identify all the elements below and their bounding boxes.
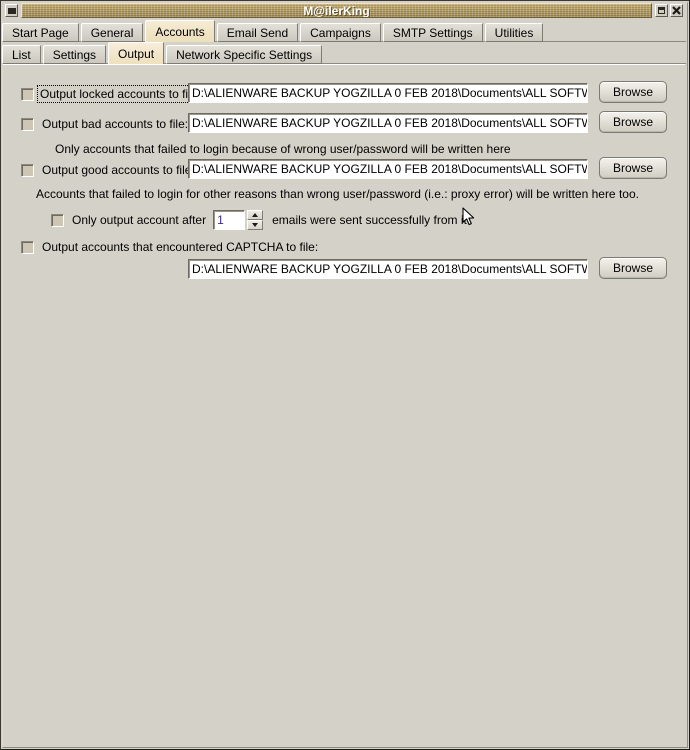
primary-tab-row: Start Page General Accounts Email Send Campa… [2, 20, 686, 42]
tab-start-page[interactable]: Start Page [2, 23, 79, 42]
close-icon [672, 6, 681, 15]
only-after-stepper[interactable]: 1 [213, 210, 264, 230]
tab-label: SMTP Settings [392, 25, 473, 40]
only-after-label-before: Only output account after [72, 213, 207, 227]
tab-label: General [90, 25, 134, 40]
stepper-decrement-button[interactable] [247, 220, 264, 230]
captcha-accounts-browse-button[interactable]: Browse [599, 257, 667, 279]
minimize-button[interactable] [655, 4, 668, 17]
tab-label: Output [118, 46, 155, 61]
good-accounts-row: Output good accounts to file: [21, 162, 197, 178]
only-after-stepper-buttons [247, 210, 264, 230]
locked-accounts-path-input[interactable]: D:\ALIENWARE BACKUP YOGZILLA 0 FEB 2018\… [188, 83, 588, 103]
subtab-settings[interactable]: Settings [42, 45, 107, 64]
bad-accounts-row: Output bad accounts to file: [21, 116, 190, 132]
bad-accounts-label: Output bad accounts to file: [42, 117, 189, 131]
captcha-accounts-checkbox[interactable] [21, 240, 34, 254]
tab-label: Network Specific Settings [176, 47, 313, 62]
captcha-accounts-row: Output accounts that encountered CAPTCHA… [21, 239, 320, 255]
close-button[interactable] [670, 4, 683, 17]
tab-strip: Start Page General Accounts Email Send Campa… [2, 20, 686, 64]
tab-label: Accounts [155, 24, 205, 39]
good-accounts-hint: Accounts that failed to login for other … [36, 187, 639, 201]
locked-accounts-checkbox[interactable] [21, 87, 34, 101]
stepper-increment-button[interactable] [247, 210, 264, 220]
only-after-value-input[interactable]: 1 [213, 210, 246, 230]
tab-label: List [12, 47, 31, 62]
bad-accounts-checkbox[interactable] [21, 117, 34, 131]
system-menu-button[interactable] [5, 4, 18, 17]
tab-label: Utilities [494, 25, 534, 40]
chevron-down-icon [252, 223, 259, 227]
tab-label: Settings [52, 47, 97, 62]
tab-label: Email Send [226, 25, 289, 40]
good-accounts-label: Output good accounts to file: [42, 163, 195, 177]
system-menu-icon [8, 8, 16, 14]
locked-accounts-label: Output locked accounts to file: [37, 85, 204, 103]
title-bar: M@ilerKing [2, 2, 686, 19]
tab-accounts[interactable]: Accounts [145, 20, 215, 42]
tab-general[interactable]: General [80, 23, 144, 42]
locked-accounts-browse-button[interactable]: Browse [599, 81, 667, 103]
application-window: M@ilerKing Start Page General Accounts Emai… [0, 0, 690, 750]
locked-accounts-row: Output locked accounts to file: [21, 85, 204, 103]
only-after-row: Only output account after 1 emails were … [51, 210, 469, 230]
bad-accounts-browse-button[interactable]: Browse [599, 111, 667, 133]
good-accounts-path-input[interactable]: D:\ALIENWARE BACKUP YOGZILLA 0 FEB 2018\… [188, 159, 588, 179]
subtab-list[interactable]: List [2, 45, 41, 64]
good-accounts-checkbox[interactable] [21, 163, 34, 177]
title-bar-caption: M@ilerKing [21, 3, 652, 18]
window-title: M@ilerKing [303, 3, 370, 18]
good-accounts-browse-button[interactable]: Browse [599, 157, 667, 179]
tab-campaigns[interactable]: Campaigns [300, 23, 381, 42]
captcha-accounts-label: Output accounts that encountered CAPTCHA… [42, 240, 319, 254]
secondary-tab-row: List Settings Output Network Specific Setti… [2, 42, 686, 64]
only-after-checkbox[interactable] [51, 213, 64, 227]
subtab-output[interactable]: Output [108, 42, 165, 64]
window-controls [655, 4, 683, 17]
bad-accounts-hint: Only accounts that failed to login becau… [55, 142, 511, 156]
tab-smtp-settings[interactable]: SMTP Settings [382, 23, 483, 42]
subtab-network-specific-settings[interactable]: Network Specific Settings [166, 45, 323, 64]
chevron-up-icon [252, 213, 259, 217]
bad-accounts-path-input[interactable]: D:\ALIENWARE BACKUP YOGZILLA 0 FEB 2018\… [188, 113, 588, 133]
minimize-icon [658, 7, 665, 14]
tab-label: Campaigns [310, 25, 371, 40]
tab-label: Start Page [12, 25, 69, 40]
tab-email-send[interactable]: Email Send [216, 23, 299, 42]
only-after-label-after: emails were sent successfully from it [272, 213, 467, 227]
tab-utilities[interactable]: Utilities [484, 23, 544, 42]
output-settings-panel: Output locked accounts to file: D:\ALIEN… [3, 64, 685, 745]
captcha-accounts-path-input[interactable]: D:\ALIENWARE BACKUP YOGZILLA 0 FEB 2018\… [188, 259, 588, 279]
